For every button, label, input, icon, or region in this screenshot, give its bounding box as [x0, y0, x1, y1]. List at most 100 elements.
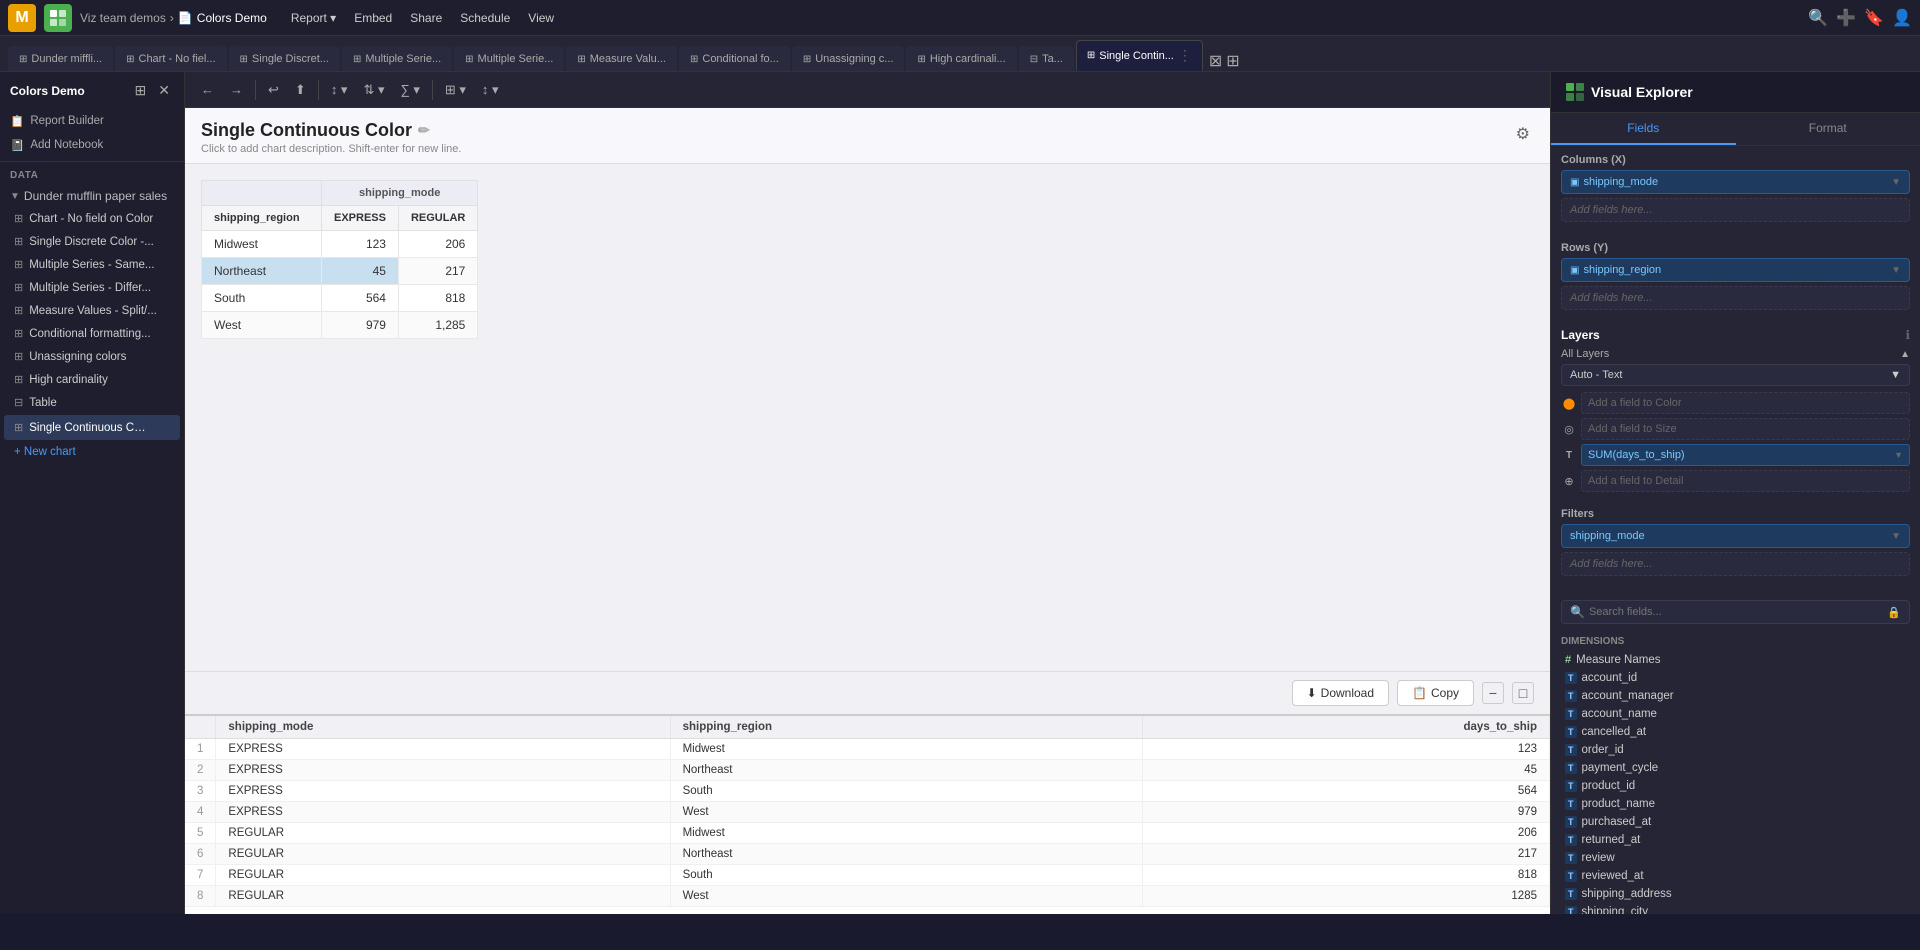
chart-icon: ⊞ — [14, 281, 23, 294]
undo-btn[interactable]: ↩ — [262, 78, 285, 102]
chart-description[interactable]: Click to add chart description. Shift-en… — [201, 143, 461, 155]
rows-y-field[interactable]: ▣ shipping_region ▼ — [1561, 258, 1910, 282]
pivot-val-midwest-regular: 206 — [398, 231, 477, 258]
rows-y-placeholder[interactable]: Add fields here... — [1561, 286, 1910, 310]
cell-shipping-region: Northeast — [670, 844, 1143, 865]
chart-type-btn[interactable]: ↕ ▾ — [476, 78, 505, 102]
tab-measure-val[interactable]: ⊞ Measure Valu... — [566, 46, 677, 71]
sidebar-nav-report-builder[interactable]: 📋 Report Builder — [0, 109, 184, 133]
add-tab-icon[interactable]: ⊞ — [1226, 51, 1239, 71]
filter-btn[interactable]: ⇅ ▾ — [357, 78, 390, 102]
pivot-btn[interactable]: ⊞ ▾ — [439, 78, 472, 102]
layers-info-icon[interactable]: ℹ — [1905, 328, 1910, 342]
pivot-table: shipping_mode shipping_region EXPRESS RE… — [201, 180, 478, 339]
chart-icon: ⊞ — [14, 258, 23, 271]
zoom-in-btn[interactable]: □ — [1512, 682, 1534, 704]
tab-single-contin[interactable]: ⊞ Single Contin... ⋮ — [1076, 40, 1203, 71]
tab-multiple-series1[interactable]: ⊞ Multiple Serie... — [342, 46, 452, 71]
expand-tab-icon[interactable]: ⊠ — [1209, 51, 1222, 71]
detail-field-slot[interactable]: Add a field to Detail — [1581, 470, 1910, 492]
layers-group-header[interactable]: All Layers ▲ — [1561, 348, 1910, 360]
sidebar-item-table[interactable]: ⊟ Table — [4, 392, 180, 413]
size-field-slot[interactable]: Add a field to Size — [1581, 418, 1910, 440]
tab-table[interactable]: ⊟ Ta... — [1019, 46, 1074, 71]
dim-item-order-id[interactable]: T order_id — [1561, 741, 1910, 759]
tab-unassigning[interactable]: ⊞ Unassigning c... — [792, 46, 905, 71]
edit-title-icon[interactable]: ✏ — [418, 122, 430, 139]
add-icon[interactable]: ➕ — [1836, 8, 1856, 28]
sidebar-item-high-cardinality[interactable]: ⊞ High cardinality — [4, 369, 180, 390]
filter-field[interactable]: shipping_mode ▼ — [1561, 524, 1910, 548]
sidebar-item-single-discrete[interactable]: ⊞ Single Discrete Color -... — [4, 231, 180, 252]
dim-item-product-name[interactable]: T product_name — [1561, 795, 1910, 813]
sidebar-nav-add-notebook[interactable]: 📓 Add Notebook — [0, 133, 184, 157]
sidebar-item-multiple-differ[interactable]: ⊞ Multiple Series - Differ... — [4, 277, 180, 298]
sidebar-item-conditional[interactable]: ⊞ Conditional formatting... — [4, 323, 180, 344]
menu-schedule[interactable]: Schedule — [452, 7, 518, 29]
dim-item-account-manager[interactable]: T account_manager — [1561, 687, 1910, 705]
tab-more-icon[interactable]: ⋮ — [1178, 47, 1192, 64]
download-btn[interactable]: ⬇ Download — [1292, 680, 1389, 706]
viz-tab-fields[interactable]: Fields — [1551, 113, 1736, 145]
chart-icon: ⊞ — [14, 373, 23, 386]
tab-chart-no-field[interactable]: ⊞ Chart - No fiel... — [115, 46, 226, 71]
dim-item-reviewed-at[interactable]: T reviewed_at — [1561, 867, 1910, 885]
viz-tab-format[interactable]: Format — [1736, 113, 1920, 145]
dim-item-product-id[interactable]: T product_id — [1561, 777, 1910, 795]
filter-placeholder[interactable]: Add fields here... — [1561, 552, 1910, 576]
text-field-slot[interactable]: SUM(days_to_ship) ▼ — [1581, 444, 1910, 466]
menu-view[interactable]: View — [520, 7, 562, 29]
sidebar-group-dunder[interactable]: ▼ Dunder mufflin paper sales — [0, 183, 184, 207]
dim-item-measure-names[interactable]: # Measure Names — [1561, 651, 1910, 669]
copy-btn[interactable]: 📋 Copy — [1397, 680, 1474, 706]
viz-tabs: Fields Format — [1551, 113, 1920, 146]
search-icon[interactable]: 🔍 — [1808, 8, 1828, 28]
breadcrumb-root[interactable]: Viz team demos — [80, 11, 166, 25]
sidebar-item-single-continuous[interactable]: ⊞ Single Continuous Col... ⋮ — [4, 415, 180, 440]
new-chart-btn[interactable]: + New chart — [4, 442, 180, 462]
sort-btn[interactable]: ↕ ▾ — [325, 78, 354, 102]
dim-item-payment-cycle[interactable]: T payment_cycle — [1561, 759, 1910, 777]
menu-embed[interactable]: Embed — [346, 7, 400, 29]
bookmark-icon[interactable]: 🔖 — [1864, 8, 1884, 28]
col-days-to-ship-header: days_to_ship — [1143, 716, 1550, 739]
filter-field-value: shipping_mode — [1570, 530, 1645, 542]
export-btn[interactable]: ⬆ — [289, 78, 312, 102]
chart-icon: ⊞ — [14, 235, 23, 248]
menu-report[interactable]: Report ▾ — [283, 7, 344, 29]
dim-item-account-name[interactable]: T account_name — [1561, 705, 1910, 723]
color-field-slot[interactable]: Add a field to Color — [1581, 392, 1910, 414]
sidebar-item-unassigning[interactable]: ⊞ Unassigning colors — [4, 346, 180, 367]
viz-filters-section: Filters shipping_mode ▼ Add fields here.… — [1551, 502, 1920, 586]
search-fields-input[interactable] — [1589, 606, 1883, 618]
tab-conditional[interactable]: ⊞ Conditional fo... — [679, 46, 790, 71]
sidebar-item-measure-values[interactable]: ⊞ Measure Values - Split/... — [4, 300, 180, 321]
user-icon[interactable]: 👤 — [1892, 8, 1912, 28]
forward-btn[interactable]: → — [224, 78, 249, 101]
dim-item-returned-at[interactable]: T returned_at — [1561, 831, 1910, 849]
zoom-out-btn[interactable]: − — [1482, 682, 1504, 704]
tab-high-cardinali[interactable]: ⊞ High cardinali... — [906, 46, 1016, 71]
sidebar-item-chart-no-field[interactable]: ⊞ Chart - No field on Color — [4, 208, 180, 229]
field-type-icon: T — [1565, 780, 1577, 792]
dim-item-purchased-at[interactable]: T purchased_at — [1561, 813, 1910, 831]
dim-item-cancelled-at[interactable]: T cancelled_at — [1561, 723, 1910, 741]
sidebar-close-btn[interactable]: ✕ — [154, 80, 174, 101]
dim-item-review[interactable]: T review — [1561, 849, 1910, 867]
dim-item-shipping-address[interactable]: T shipping_address — [1561, 885, 1910, 903]
chart-settings-btn[interactable]: ⚙ — [1512, 120, 1534, 148]
tab-dunder[interactable]: ⊞ Dunder miffli... — [8, 46, 113, 71]
sidebar-layout-btn[interactable]: ⊞ — [131, 80, 151, 101]
tab-multiple-series2[interactable]: ⊞ Multiple Serie... — [454, 46, 564, 71]
back-btn[interactable]: ← — [195, 78, 220, 101]
menu-share[interactable]: Share — [402, 7, 450, 29]
aggregate-btn[interactable]: ∑ ▾ — [394, 78, 425, 102]
tab-single-discrete[interactable]: ⊞ Single Discret... — [229, 46, 340, 71]
layer-type-select[interactable]: Auto - Text ▼ — [1561, 364, 1910, 386]
columns-x-placeholder[interactable]: Add fields here... — [1561, 198, 1910, 222]
dim-item-shipping-city[interactable]: T shipping_city — [1561, 903, 1910, 914]
cell-days-to-ship: 123 — [1143, 739, 1550, 760]
columns-x-field[interactable]: ▣ shipping_mode ▼ — [1561, 170, 1910, 194]
sidebar-item-multiple-same[interactable]: ⊞ Multiple Series - Same... — [4, 254, 180, 275]
dim-item-account-id[interactable]: T account_id — [1561, 669, 1910, 687]
